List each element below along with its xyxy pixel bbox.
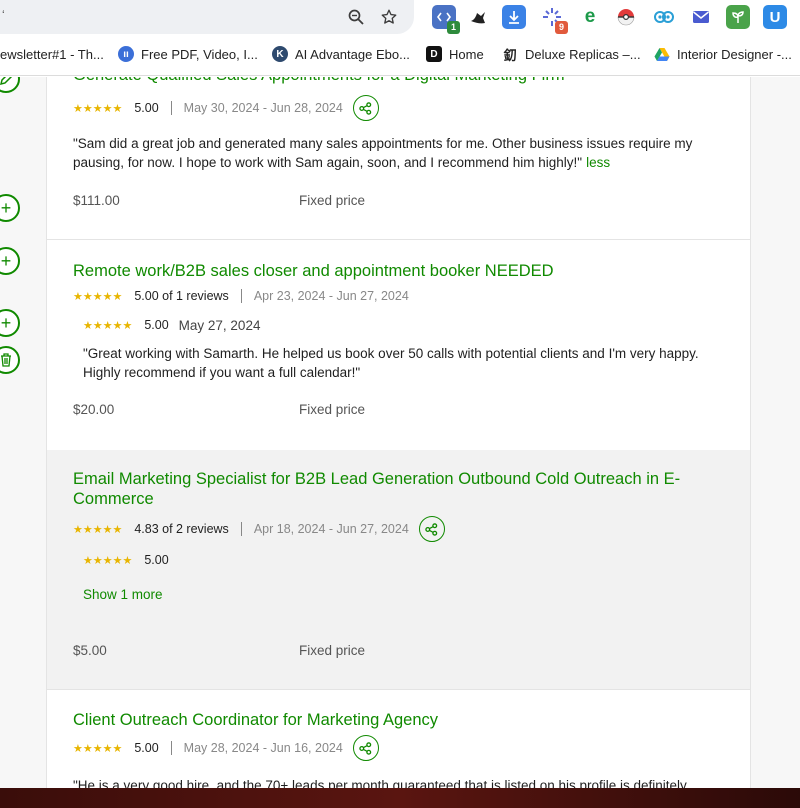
bookmark-label: Free PDF, Video, I... — [141, 46, 258, 62]
share-icon[interactable] — [352, 735, 379, 761]
ext-dev-icon[interactable]: 1 — [432, 5, 460, 34]
desktop-background-strip — [0, 788, 800, 808]
job-title-link[interactable]: Client Outreach Coordinator for Marketin… — [73, 710, 713, 730]
job-item: Remote work/B2B sales closer and appoint… — [47, 240, 750, 451]
job-price: $111.00 — [73, 193, 120, 208]
profile-page: + + + Generate Qualified Sales Appointme… — [0, 77, 800, 788]
edit-icon[interactable] — [0, 77, 20, 93]
job-price-type: Fixed price — [299, 193, 366, 208]
rating-value: 4.83 of 2 reviews — [134, 522, 229, 536]
review-text: "Great working with Samarth. He helped u… — [83, 346, 699, 380]
browser-chrome: ʻ 1 9 e U ewsletter#1 - Th... ıı Free PD… — [0, 0, 800, 76]
ext-download-icon[interactable] — [502, 5, 526, 29]
less-link[interactable]: less — [586, 155, 610, 170]
divider — [170, 741, 172, 755]
bookmark-label: ewsletter#1 - Th... — [0, 46, 104, 62]
ext-u-icon[interactable]: U — [763, 5, 787, 29]
job-dates: Apr 23, 2024 - Jun 27, 2024 — [253, 289, 409, 303]
add-icon[interactable]: + — [0, 309, 20, 337]
add-icon[interactable]: + — [0, 194, 20, 222]
job-price-type: Fixed price — [299, 402, 366, 417]
ext-plant-icon[interactable] — [726, 5, 750, 29]
divider — [170, 101, 172, 115]
add-icon[interactable]: + — [0, 247, 20, 275]
replica-favicon-icon: 釖 — [502, 46, 518, 63]
work-history-panel: Generate Qualified Sales Appointments fo… — [46, 77, 751, 788]
share-icon[interactable] — [418, 516, 445, 542]
ext-badge: 1 — [447, 21, 460, 34]
bookmark-item[interactable]: 釖 Deluxe Replicas –... — [502, 44, 641, 64]
rating-stars: ★★★★★ — [83, 554, 133, 567]
feedback-rating-row: ★★★★★ 5.00 May 27, 2024 — [83, 315, 260, 335]
share-icon[interactable] — [352, 95, 379, 121]
ext-e-icon[interactable]: e — [578, 5, 602, 29]
job-dates: May 28, 2024 - Jun 16, 2024 — [183, 741, 343, 755]
job-rating-row: ★★★★★ 4.83 of 2 reviews Apr 18, 2024 - J… — [73, 516, 445, 542]
bookmark-item[interactable]: ıı Free PDF, Video, I... — [118, 44, 258, 64]
job-item: Client Outreach Coordinator for Marketin… — [47, 690, 750, 788]
rating-stars: ★★★★★ — [73, 102, 123, 115]
ext-pokeball-icon[interactable] — [614, 5, 638, 29]
rating-stars: ★★★★★ — [83, 319, 133, 332]
job-title-link[interactable]: Remote work/B2B sales closer and appoint… — [73, 261, 713, 281]
feedback-rating-value: 5.00 — [144, 318, 169, 332]
bookmark-item[interactable]: Interior Designer -... — [654, 44, 792, 64]
ext-owl-icon[interactable] — [652, 5, 676, 29]
ext-bird-icon[interactable] — [466, 5, 490, 29]
address-bar-edge: ʻ — [2, 8, 5, 22]
job-dates: May 30, 2024 - Jun 28, 2024 — [183, 101, 343, 115]
show-more-link[interactable]: Show 1 more — [83, 587, 163, 602]
job-rating-row: ★★★★★ 5.00 May 30, 2024 - Jun 28, 2024 — [73, 95, 379, 121]
job-title-link[interactable]: Generate Qualified Sales Appointments fo… — [73, 77, 713, 85]
rating-value: 5.00 of 1 reviews — [134, 289, 229, 303]
rating-stars: ★★★★★ — [73, 523, 123, 536]
divider — [240, 289, 242, 303]
job-price: $20.00 — [73, 402, 115, 417]
review-text: "Sam did a great job and generated many … — [73, 134, 733, 172]
bookmark-item[interactable]: K AI Advantage Ebo... — [272, 44, 410, 64]
rating-value: 5.00 — [134, 101, 159, 115]
bookmark-item[interactable]: D Home — [426, 44, 484, 64]
job-price: $5.00 — [73, 643, 107, 658]
feedback-date: May 27, 2024 — [178, 317, 261, 333]
bookmark-label: Deluxe Replicas –... — [525, 46, 641, 62]
rating-stars: ★★★★★ — [73, 290, 123, 303]
job-item: Generate Qualified Sales Appointments fo… — [47, 77, 750, 240]
job-rating-row: ★★★★★ 5.00 of 1 reviews Apr 23, 2024 - J… — [73, 286, 409, 306]
pdf-favicon-icon: ıı — [118, 46, 134, 62]
ext-mail-icon[interactable] — [689, 5, 713, 29]
bookmarks-bar: ewsletter#1 - Th... ıı Free PDF, Video, … — [0, 40, 800, 68]
bookmark-star-icon[interactable] — [378, 6, 400, 28]
bookmark-item[interactable]: ewsletter#1 - Th... — [0, 44, 104, 64]
ext-badge: 9 — [555, 21, 568, 34]
rating-stars: ★★★★★ — [73, 742, 123, 755]
feedback-rating-row: ★★★★★ 5.00 — [83, 550, 169, 570]
k-favicon-icon: K — [272, 46, 288, 62]
drive-favicon-icon — [654, 46, 670, 62]
feedback-rating-value: 5.00 — [144, 553, 169, 567]
divider — [240, 522, 242, 536]
job-dates: Apr 18, 2024 - Jun 27, 2024 — [253, 522, 409, 536]
job-item: Email Marketing Specialist for B2B Lead … — [47, 450, 750, 690]
bookmark-label: Interior Designer -... — [677, 46, 792, 62]
zoom-icon[interactable] — [345, 6, 367, 28]
rating-value: 5.00 — [134, 741, 159, 755]
d-favicon-icon: D — [426, 46, 442, 62]
ext-spark-icon[interactable]: 9 — [540, 5, 568, 34]
trash-icon[interactable] — [0, 346, 20, 374]
review-text: "He is a very good hire, and the 70+ lea… — [73, 778, 687, 788]
bookmark-label: Home — [449, 46, 484, 62]
job-title-link[interactable]: Email Marketing Specialist for B2B Lead … — [73, 469, 713, 509]
bookmark-label: AI Advantage Ebo... — [295, 46, 410, 62]
job-rating-row: ★★★★★ 5.00 May 28, 2024 - Jun 16, 2024 — [73, 735, 379, 761]
job-price-type: Fixed price — [299, 643, 366, 658]
